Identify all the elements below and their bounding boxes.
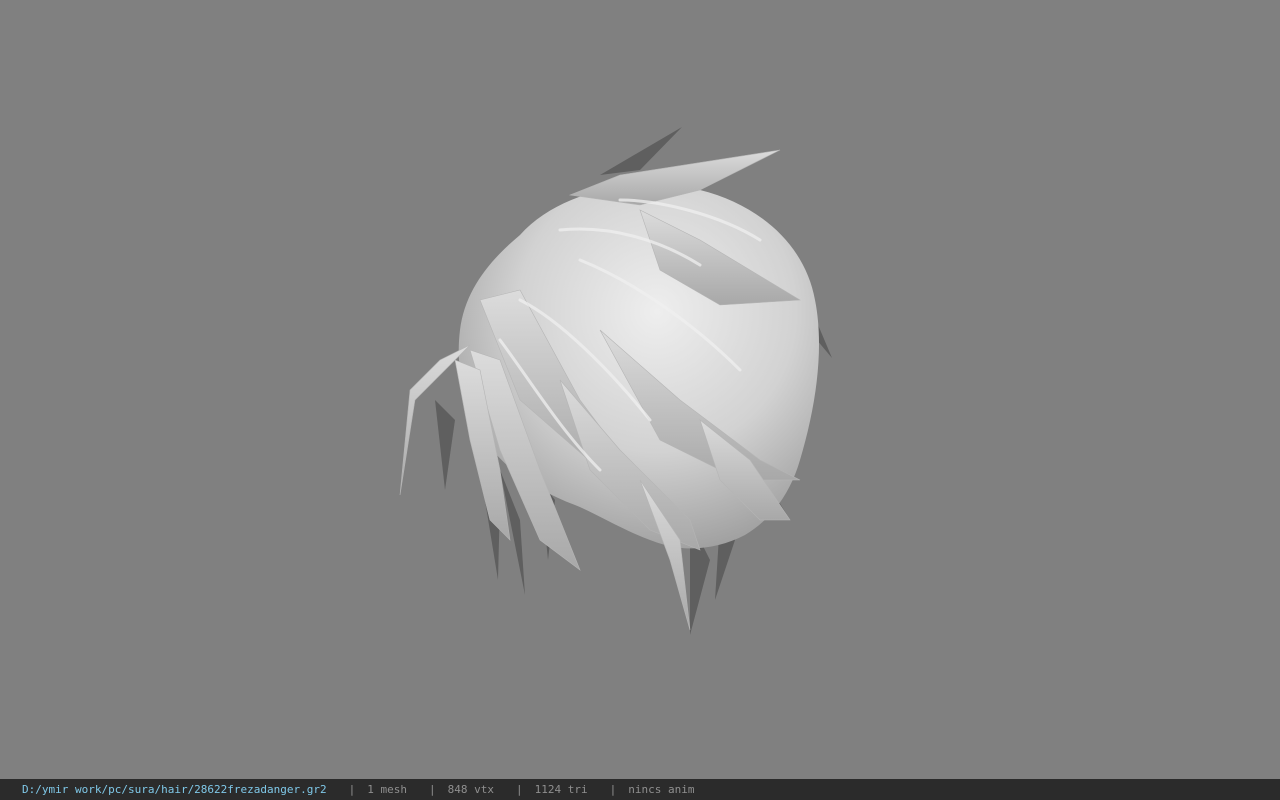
status-separator: | <box>348 783 356 796</box>
vertex-count: 848 vtx <box>447 783 494 796</box>
status-separator: | <box>429 783 436 796</box>
hair-model-render <box>399 127 832 635</box>
model-file-path: D:/ymir work/pc/sura/hair/28622frezadang… <box>22 783 327 796</box>
mesh-count: 1 mesh <box>367 783 408 796</box>
status-bar: D:/ymir work/pc/sura/hair/28622frezadang… <box>0 779 1280 800</box>
triangle-count: 1124 tri <box>534 783 588 796</box>
3d-viewport[interactable] <box>0 0 1280 779</box>
status-separator: | <box>516 783 523 796</box>
animation-status: nincs anim <box>628 783 695 796</box>
status-separator: | <box>609 783 617 796</box>
